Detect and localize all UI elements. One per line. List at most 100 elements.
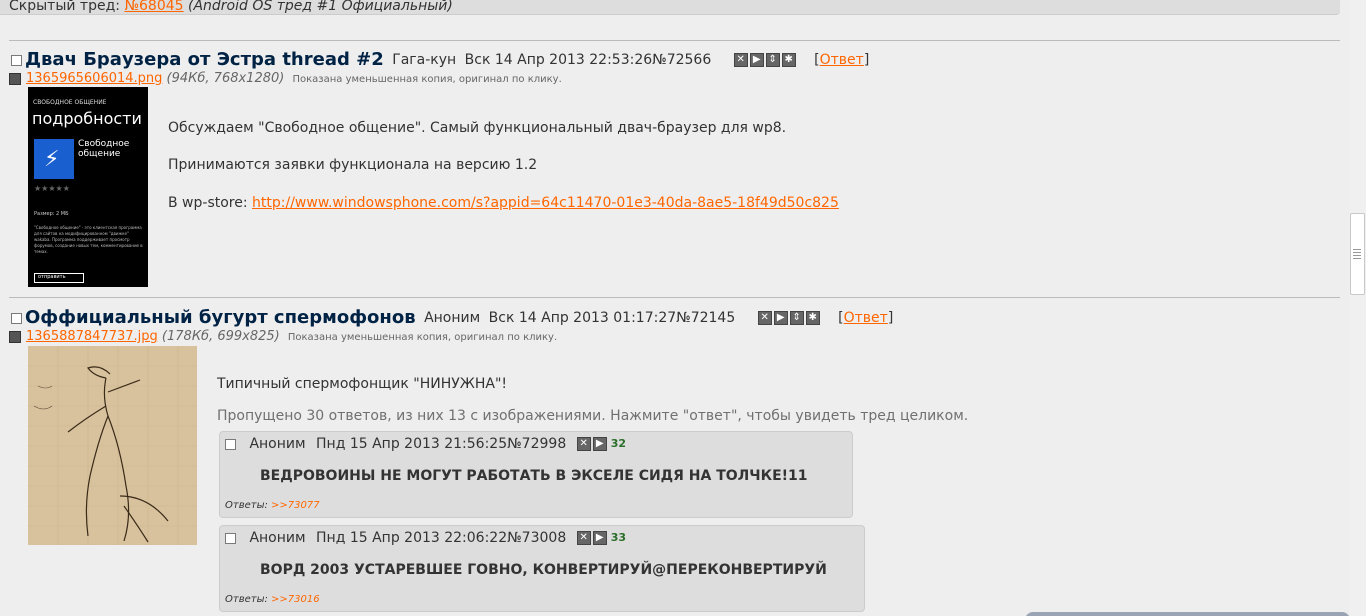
file-meta: 94Кб, 768x1280: [171, 71, 280, 86]
hidden-thread-line: Скрытый тред: №68045 (Android OS тред #1…: [9, 0, 453, 14]
close-icon[interactable]: ✕: [757, 311, 772, 325]
post-checkbox[interactable]: [11, 54, 22, 66]
post-author: Аноним: [424, 310, 481, 326]
file-note: Показана уменьшенная копия, оригинал по …: [292, 74, 562, 85]
file-info-line: 1365887847737.jpg (178Кб, 699x825) Показ…: [9, 330, 557, 345]
bracket-close: ]: [887, 310, 894, 326]
post-checkbox[interactable]: [11, 312, 22, 324]
post-number[interactable]: №73008: [507, 530, 566, 546]
rating-stars-icon: ★★★★★: [34, 184, 70, 193]
post-author: Аноним: [249, 530, 306, 546]
file-info-line: 1365965606014.png (94Кб, 768x1280) Показ…: [9, 72, 562, 87]
post-date: Пнд 15 Апр 2013 21:56:25: [316, 436, 508, 452]
play-icon[interactable]: ▶: [749, 53, 764, 67]
post-thumbnail[interactable]: СВОБОДНОЕ ОБЩЕНИЕ подробности ⚡ Свободно…: [28, 87, 148, 287]
scrollbar-thumb[interactable]: [1350, 213, 1365, 295]
omitted-notice: Пропущено 30 ответов, из них 13 с изобра…: [217, 408, 969, 424]
hidden-thread-label: Скрытый тред:: [9, 0, 120, 14]
post-action-buttons: ✕ ▶ ⇕ ✱: [733, 50, 798, 70]
file-meta-close: ): [279, 71, 285, 86]
post-checkbox[interactable]: [225, 532, 236, 544]
reply-text: ВОРД 2003 УСТАРЕВШЕЕ ГОВНО, КОНВЕРТИРУЙ@…: [260, 562, 827, 578]
file-meta-close: ): [274, 329, 280, 344]
post-text-line: Принимаются заявки функционала на версию…: [168, 157, 538, 173]
reply-button[interactable]: Ответ: [844, 310, 888, 326]
scrollbar-grip: [1353, 252, 1361, 253]
report-icon[interactable]: ✱: [781, 53, 796, 67]
post-number[interactable]: №72145: [676, 310, 735, 326]
expand-icon[interactable]: ⇕: [789, 311, 804, 325]
thread-header: Двач Браузера от Эстра thread #2 Гага-ку…: [11, 50, 869, 70]
thumb-size: Размер: 2 МБ: [34, 211, 69, 217]
post-date: Пнд 15 Апр 2013 22:06:22: [316, 530, 508, 546]
file-note: Показана уменьшенная копия, оригинал по …: [287, 332, 558, 343]
close-icon[interactable]: ✕: [576, 531, 591, 545]
floating-panel-edge[interactable]: [1025, 612, 1350, 616]
post-number[interactable]: №72566: [652, 52, 711, 68]
file-meta: 178Кб, 699x825: [167, 329, 275, 344]
post-text-line: Типичный спермофонщик "НИНУЖНА"!: [217, 376, 508, 392]
hidden-thread-link[interactable]: №68045: [124, 0, 183, 14]
reply-link-wrap: [Ответ]: [838, 310, 893, 326]
reply-refs: Ответы: >>73077: [225, 500, 320, 511]
file-meta-open: (: [162, 71, 172, 86]
post-author: Аноним: [249, 436, 306, 452]
store-link[interactable]: http://www.windowsphone.com/s?appid=64c1…: [252, 195, 839, 211]
save-icon[interactable]: [9, 330, 21, 343]
hidden-thread-bar: Скрытый тред: №68045 (Android OS тред #1…: [0, 0, 1340, 15]
scrollbar-grip: [1353, 258, 1361, 259]
post-number[interactable]: №72998: [507, 436, 566, 452]
play-icon[interactable]: ▶: [773, 311, 788, 325]
scrollbar-grip: [1353, 249, 1361, 250]
reply-post: Аноним Пнд 15 Апр 2013 21:56:25№72998 ✕ ▶…: [219, 431, 853, 518]
reply-text: ВЕДРОВОИНЫ НЕ МОГУТ РАБОТАТЬ В ЭКСЕЛЕ СИ…: [260, 468, 808, 484]
save-icon[interactable]: [9, 72, 21, 85]
ref-link[interactable]: >>73016: [271, 594, 320, 605]
post-action-buttons: ✕ ▶ ⇕ ✱: [757, 308, 822, 328]
reply-post: Аноним Пнд 15 Апр 2013 22:06:22№73008 ✕ ▶…: [219, 525, 865, 612]
post-checkbox[interactable]: [225, 438, 236, 450]
lightning-icon: ⚡: [44, 147, 60, 172]
reply-refs: Ответы: >>73016: [225, 594, 320, 605]
reply-header: Аноним Пнд 15 Апр 2013 21:56:25№72998 ✕ ▶…: [225, 435, 626, 453]
sketch-image: [28, 346, 197, 545]
post-text-line: Обсуждаем "Свободное общение". Самый фун…: [168, 120, 787, 136]
report-icon[interactable]: ✱: [805, 311, 820, 325]
file-link[interactable]: 1365887847737.jpg: [26, 329, 158, 344]
post-index: 33: [610, 531, 626, 544]
refs-label: Ответы:: [225, 594, 272, 605]
thumb-header: СВОБОДНОЕ ОБЩЕНИЕ: [33, 99, 107, 106]
thumb-title: подробности: [32, 109, 142, 128]
post-index: 32: [610, 437, 626, 450]
thread-subject: Оффициальный бугурт спермофонов: [25, 307, 416, 328]
imageboard-page: Скрытый тред: №68045 (Android OS тред #1…: [0, 0, 1366, 616]
thread-divider: [9, 40, 1340, 41]
refs-label: Ответы:: [225, 500, 272, 511]
close-icon[interactable]: ✕: [576, 437, 591, 451]
store-label: В wp-store:: [168, 195, 253, 211]
thread-subject: Двач Браузера от Эстра thread #2: [25, 49, 384, 70]
ref-link[interactable]: >>73077: [271, 500, 320, 511]
hidden-thread-title: (Android OS тред #1 Официальный): [188, 0, 453, 14]
post-store-line: В wp-store: http://www.windowsphone.com/…: [168, 195, 839, 211]
thread-header: Оффициальный бугурт спермофонов Аноним В…: [11, 308, 893, 328]
thumb-button-label: отправить: [38, 274, 66, 280]
thumb-desc: "Свободное общение" - это клиентская про…: [34, 225, 143, 254]
reply-header: Аноним Пнд 15 Апр 2013 22:06:22№73008 ✕ ▶…: [225, 529, 626, 547]
play-icon[interactable]: ▶: [592, 437, 607, 451]
post-thumbnail[interactable]: [28, 346, 197, 545]
reply-link-wrap: [Ответ]: [814, 52, 869, 68]
vertical-scrollbar[interactable]: [1349, 0, 1366, 616]
file-meta-open: (: [157, 329, 167, 344]
bracket-close: ]: [863, 52, 870, 68]
close-icon[interactable]: ✕: [733, 53, 748, 67]
thumb-app-name-2: общение: [78, 149, 121, 159]
file-link[interactable]: 1365965606014.png: [26, 71, 162, 86]
post-author: Гага-кун: [392, 52, 457, 68]
expand-icon[interactable]: ⇕: [765, 53, 780, 67]
play-icon[interactable]: ▶: [592, 531, 607, 545]
thread-divider: [9, 297, 1340, 298]
reply-button[interactable]: Ответ: [820, 52, 864, 68]
thumb-app-name-1: Свободное: [78, 139, 130, 149]
thumb-app-name: Свободное общение: [78, 139, 129, 159]
